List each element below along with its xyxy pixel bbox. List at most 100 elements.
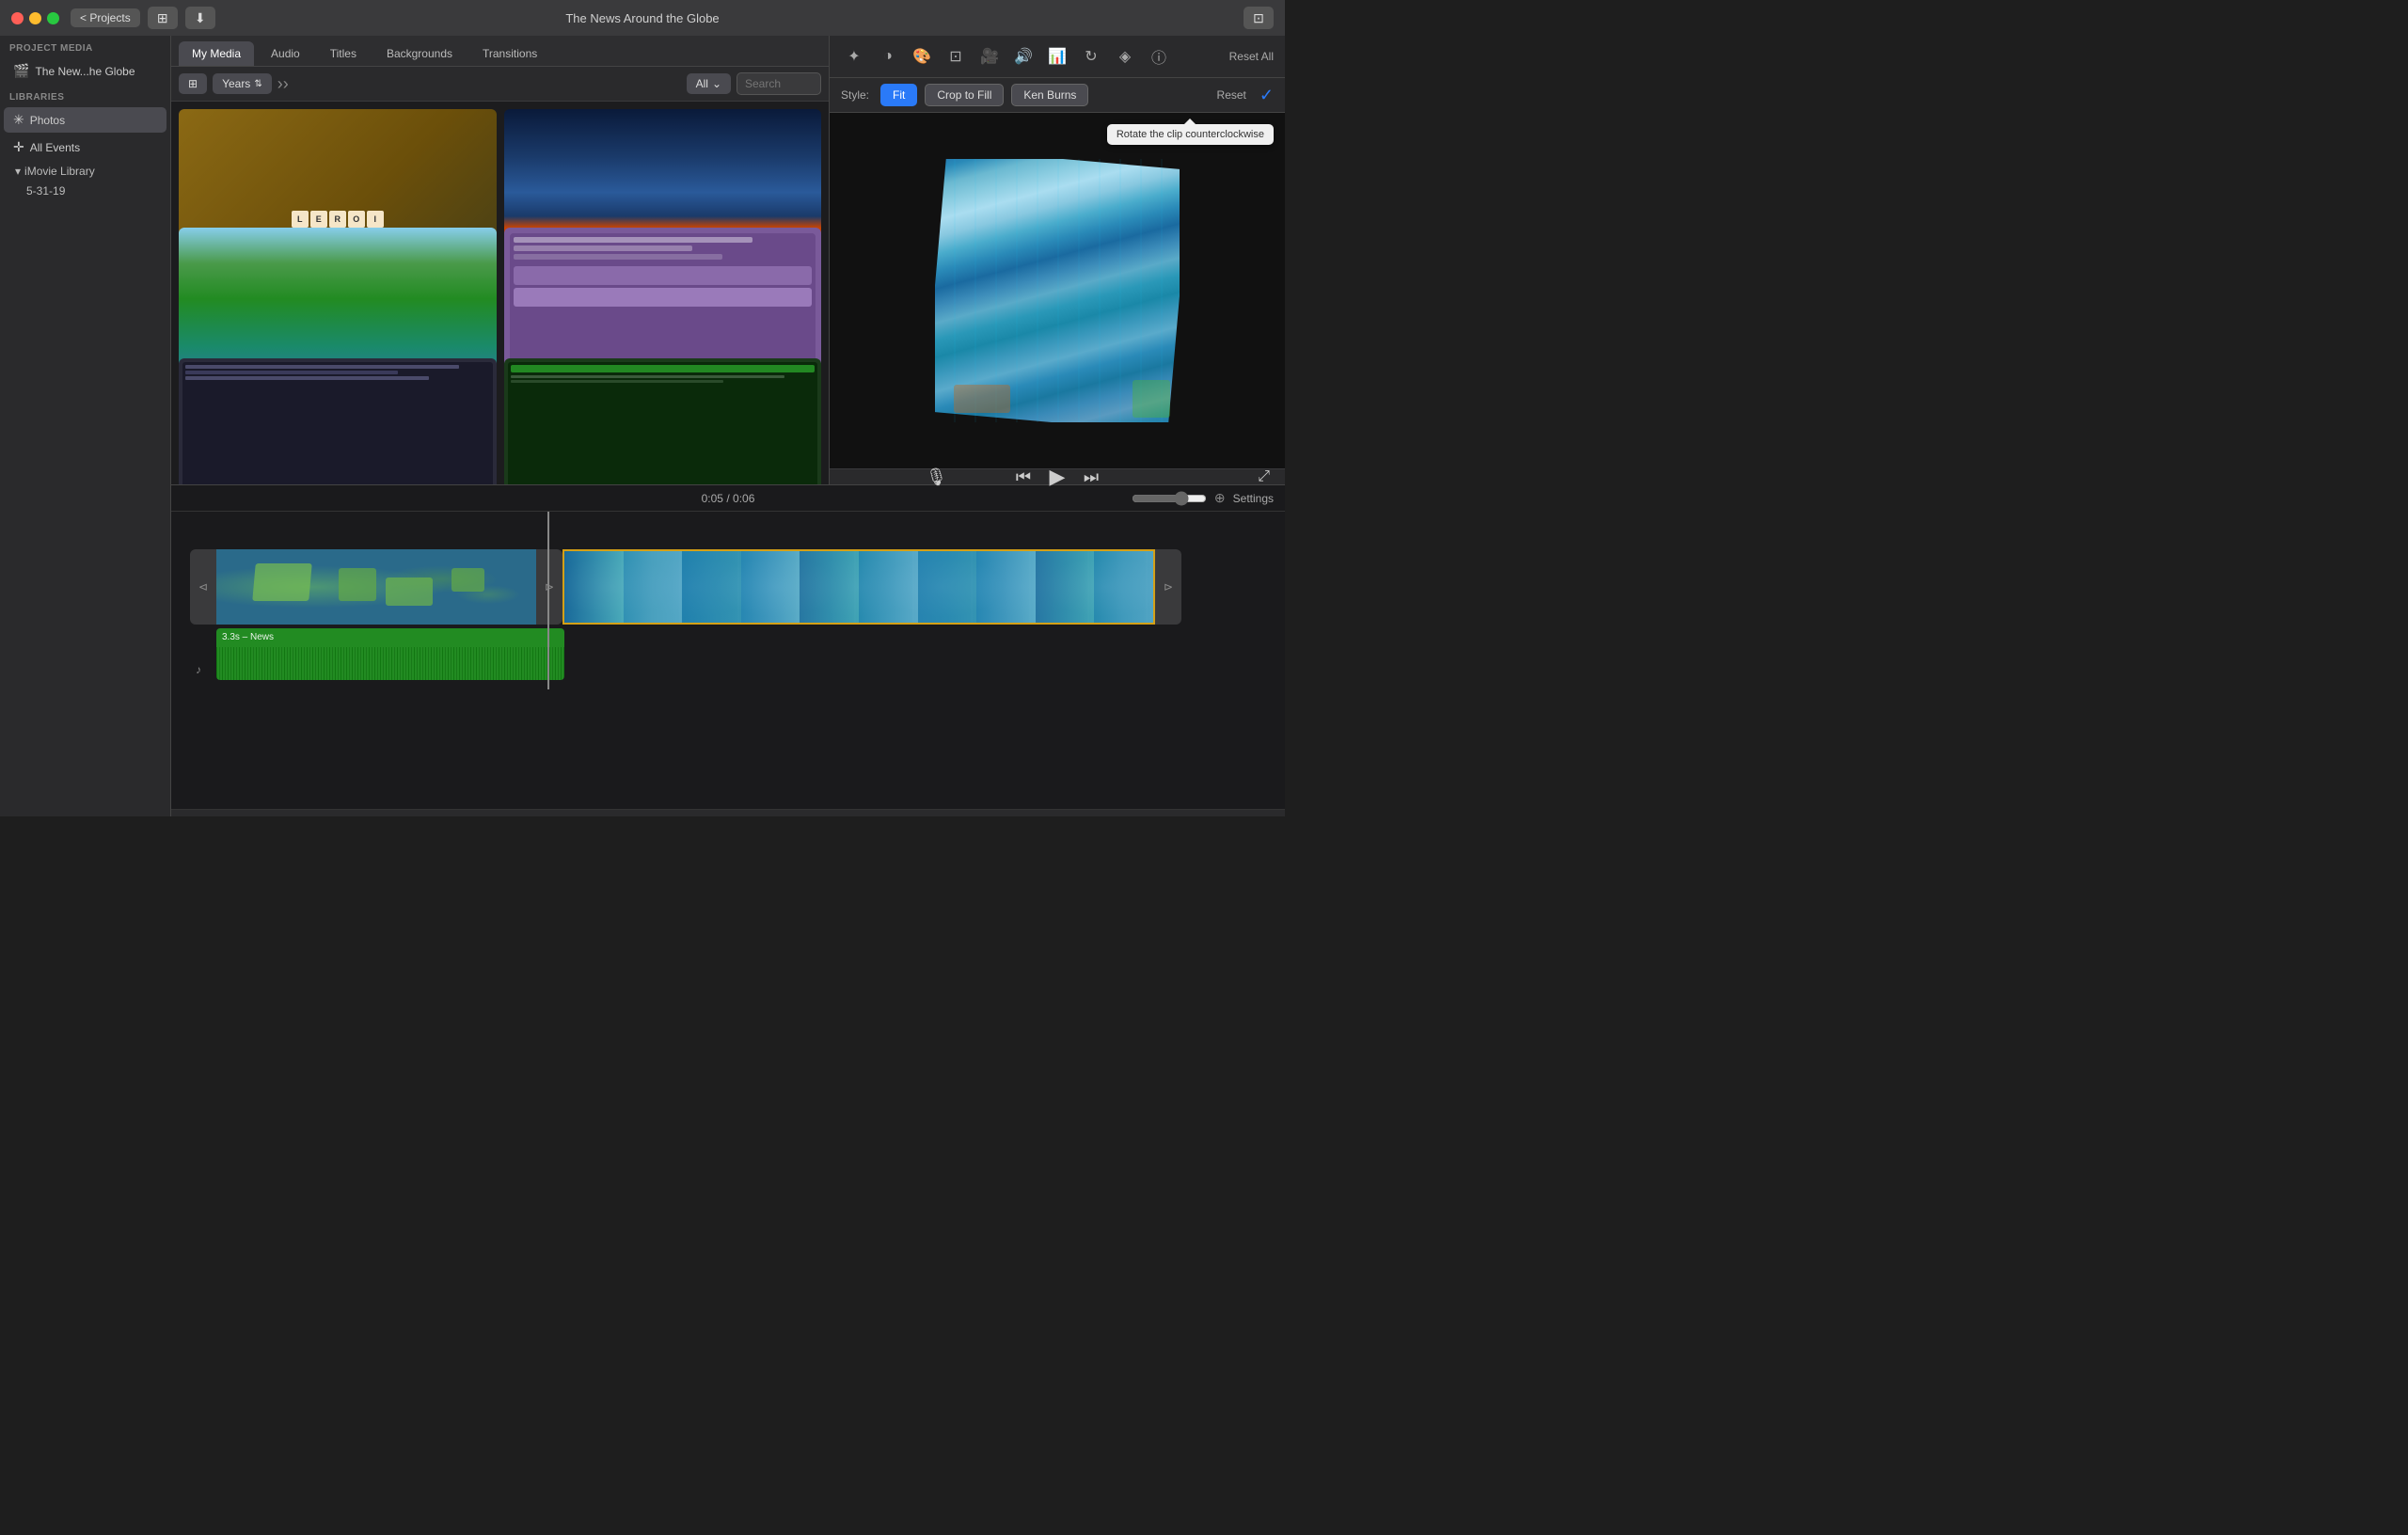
media-browser: My Media Audio Titles Backgrounds Transi…: [171, 36, 830, 484]
fullscreen-button[interactable]: ⤢: [1258, 468, 1270, 485]
music-note-icon: ♪: [196, 663, 201, 676]
nav-tabs: My Media Audio Titles Backgrounds Transi…: [171, 36, 829, 67]
playback-controls: 🎙 ⏮ ▶ ⏭ ⤢: [830, 468, 1285, 484]
content-area: My Media Audio Titles Backgrounds Transi…: [171, 36, 1285, 816]
preview-video: Rotate the clip counterclockwise: [830, 113, 1285, 468]
window-title: The News Around the Globe: [565, 11, 719, 25]
sidebar-item-imovie-library[interactable]: ▾ iMovie Library: [0, 161, 170, 182]
breadcrumb-arrows: › ›: [277, 74, 289, 94]
audio-waveform: [216, 647, 564, 680]
clip2-handle-right[interactable]: ⊳: [1155, 549, 1181, 625]
import-icon-button[interactable]: ⊞: [148, 7, 178, 29]
audio-graph-button[interactable]: 📊: [1044, 43, 1070, 70]
sidebar-item-photos[interactable]: ✳ Photos: [4, 107, 166, 133]
titlebar-icons: ⊞ ⬇: [148, 7, 215, 29]
clip-handle-right-icon: ⊳: [545, 580, 554, 593]
media-thumb-screenshot-green[interactable]: [504, 358, 822, 484]
all-events-icon: ✛: [13, 139, 24, 155]
total-time: 0:06: [733, 492, 754, 505]
audio-clip[interactable]: 3.3s – News: [216, 628, 564, 680]
style-reset-button[interactable]: Reset: [1217, 88, 1246, 102]
audio-track: 3.3s – News: [190, 628, 1266, 680]
style-ken-burns-button[interactable]: Ken Burns: [1011, 84, 1088, 106]
media-grid: L E R O I I E R O U: [171, 102, 829, 484]
toggle-browser-button[interactable]: ⊞: [179, 73, 207, 94]
info-button[interactable]: ⓘ: [1146, 43, 1172, 70]
close-button[interactable]: [11, 12, 24, 24]
breadcrumb-arrow-2: ›: [283, 74, 289, 94]
tab-transitions[interactable]: Transitions: [469, 41, 550, 66]
timeline-tracks[interactable]: ⊲ ⊳: [171, 512, 1285, 809]
tab-audio[interactable]: Audio: [258, 41, 313, 66]
years-label: Years: [222, 77, 250, 90]
media-thumb-screenshot-dark[interactable]: [179, 358, 497, 484]
project-media-section-title: PROJECT MEDIA: [0, 36, 170, 57]
tab-titles[interactable]: Titles: [317, 41, 370, 66]
clip1-handle-left[interactable]: ⊲: [190, 549, 216, 625]
filter-chevron-icon: ⌄: [712, 77, 721, 90]
imovie-library-label: iMovie Library: [24, 165, 95, 178]
years-button[interactable]: Years ⇅: [213, 73, 272, 94]
magic-wand-tool-button[interactable]: ✦: [841, 43, 867, 70]
filter-button[interactable]: All ⌄: [687, 73, 731, 94]
style-bar: Style: Fit Crop to Fill Ken Burns Reset …: [830, 78, 1285, 113]
search-input[interactable]: [737, 72, 821, 95]
tab-my-media[interactable]: My Media: [179, 41, 254, 66]
current-time: 0:05: [702, 492, 723, 505]
crop-tool-button[interactable]: ⊡: [943, 43, 969, 70]
filter-label: All: [696, 77, 708, 90]
titlebar: < Projects ⊞ ⬇ The News Around the Globe…: [0, 0, 1285, 36]
zoom-slider[interactable]: [1132, 491, 1207, 506]
sidebar-item-all-events[interactable]: ✛ All Events: [4, 135, 166, 160]
style-check-icon: ✓: [1259, 86, 1274, 105]
project-icon: 🎬: [13, 63, 29, 79]
reset-all-button[interactable]: Reset All: [1229, 50, 1274, 63]
date-label: 5-31-19: [26, 184, 65, 198]
clip-handle-icon: ⊲: [198, 580, 208, 593]
window-action-button[interactable]: ⊡: [1244, 7, 1274, 29]
preview-toolbar: ✦ ◑ 🎨 ⊡ 🎥 🔊 📊 ↻ ◈ ⓘ Reset All: [830, 36, 1285, 78]
style-label: Style:: [841, 88, 869, 102]
sidebar-item-date[interactable]: 5-31-19: [0, 182, 170, 200]
microphone-button[interactable]: 🎙: [926, 467, 947, 487]
sidebar-item-project[interactable]: 🎬 The New...he Globe: [4, 58, 166, 84]
timeline-time: 0:05 / 0:06: [702, 492, 755, 505]
video-clip-world-map[interactable]: [216, 549, 536, 625]
stabilize-button[interactable]: ↻: [1078, 43, 1104, 70]
media-toolbar: ⊞ Years ⇅ › › All ⌄: [171, 67, 829, 102]
projects-button[interactable]: < Projects: [71, 8, 140, 27]
video-clip-waterfall[interactable]: [562, 549, 1155, 625]
timeline-playhead: [547, 512, 549, 689]
filter-effects-button[interactable]: ◈: [1112, 43, 1138, 70]
timeline-scrollbar[interactable]: [171, 809, 1285, 816]
style-crop-to-fill-button[interactable]: Crop to Fill: [925, 84, 1004, 106]
clip1-handle-right[interactable]: ⊳: [536, 549, 562, 625]
time-separator: /: [726, 492, 729, 505]
video-overlay-button[interactable]: 🎥: [976, 43, 1003, 70]
titlebar-right: ⊡: [1244, 7, 1274, 29]
timeline-settings-button[interactable]: Settings: [1233, 492, 1274, 505]
minimize-button[interactable]: [29, 12, 41, 24]
timeline-area: 0:05 / 0:06 ⊕ Settings: [171, 485, 1285, 816]
maximize-button[interactable]: [47, 12, 59, 24]
preview-panel: ✦ ◑ 🎨 ⊡ 🎥 🔊 📊 ↻ ◈ ⓘ Reset All Style: Fit: [830, 36, 1285, 484]
color-wheel-button[interactable]: 🎨: [909, 43, 935, 70]
main-layout: PROJECT MEDIA 🎬 The New...he Globe LIBRA…: [0, 36, 1285, 816]
zoom-icon: ⊕: [1214, 490, 1226, 506]
all-events-label: All Events: [30, 141, 80, 154]
sidebar: PROJECT MEDIA 🎬 The New...he Globe LIBRA…: [0, 36, 171, 816]
balance-color-button[interactable]: ◑: [875, 43, 901, 70]
libraries-section-title: LIBRARIES: [0, 85, 170, 106]
timeline-inner: ⊲ ⊳: [190, 530, 1266, 680]
years-arrow-icon: ⇅: [254, 79, 261, 89]
download-icon-button[interactable]: ⬇: [185, 7, 215, 29]
traffic-lights: [11, 12, 59, 24]
audio-clip-label: 3.3s – News: [222, 632, 274, 642]
volume-button[interactable]: 🔊: [1010, 43, 1037, 70]
timeline-header: 0:05 / 0:06 ⊕ Settings: [171, 485, 1285, 512]
photos-icon: ✳: [13, 112, 24, 128]
photos-label: Photos: [30, 114, 65, 127]
style-fit-button[interactable]: Fit: [880, 84, 917, 106]
rotate-tooltip: Rotate the clip counterclockwise: [1107, 124, 1274, 145]
tab-backgrounds[interactable]: Backgrounds: [373, 41, 466, 66]
